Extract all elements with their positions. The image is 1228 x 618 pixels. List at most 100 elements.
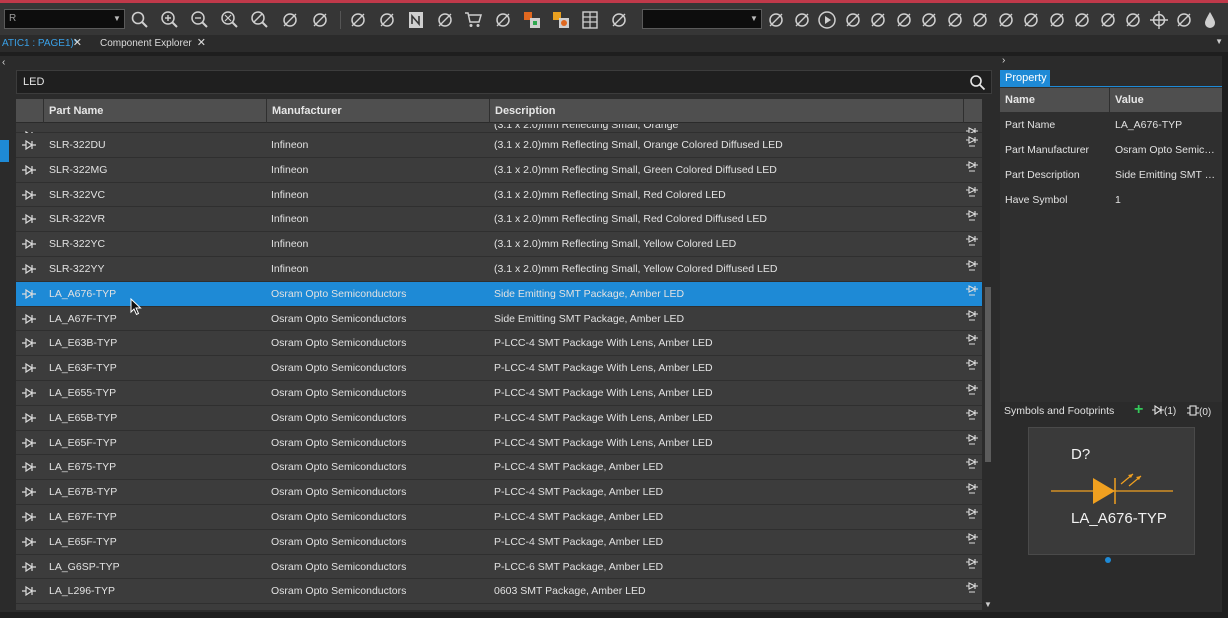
part-icon[interactable] [868, 10, 888, 30]
search-icon[interactable] [130, 10, 150, 30]
left-panel-indicator[interactable] [0, 140, 9, 162]
zoom-in-icon[interactable] [160, 10, 180, 30]
search-input[interactable] [23, 74, 923, 90]
wire-icon[interactable] [766, 10, 786, 30]
place-part-icon[interactable] [966, 406, 980, 430]
table-row[interactable]: LA_E65F-TYP Osram Opto Semiconductors P-LC… [16, 529, 982, 555]
doc-icon[interactable] [435, 10, 455, 30]
place-part-icon[interactable] [966, 431, 980, 455]
place-part-icon[interactable] [966, 455, 980, 479]
check-icon[interactable] [609, 10, 629, 30]
table-row[interactable]: LA_E675-TYP Osram Opto Semiconductors P-LC… [16, 455, 982, 481]
cd-icon[interactable] [1047, 10, 1067, 30]
property-row[interactable]: Part Name LA_A676-TYP [1000, 113, 1222, 138]
place-part-icon[interactable] [966, 530, 980, 554]
scrollbar-thumb[interactable] [985, 287, 991, 462]
table-row[interactable]: LA_E65F-TYP Osram Opto Semiconductors P-LC… [16, 430, 982, 456]
drop-icon[interactable] [1200, 10, 1220, 30]
search-icon[interactable] [969, 74, 986, 91]
tab-property[interactable]: Property [1000, 70, 1050, 86]
netlist-icon[interactable] [377, 10, 397, 30]
zoom-area-icon[interactable] [250, 10, 270, 30]
bus-icon[interactable] [792, 10, 812, 30]
vd-icon[interactable] [1021, 10, 1041, 30]
place-part-icon[interactable] [966, 555, 980, 579]
bom2-icon[interactable] [551, 10, 571, 30]
play-icon[interactable] [817, 10, 837, 30]
table-row[interactable]: LA_E67B-TYP Osram Opto Semiconductors P-LC… [16, 480, 982, 505]
property-row[interactable]: Part Manufacturer Osram Opto Semicon... [1000, 138, 1222, 163]
chevron-left-icon[interactable]: ‹ [2, 57, 5, 68]
table-row[interactable]: SLR-322VC Infineon (3.1 x 2.0)mm Reflectin… [16, 182, 982, 208]
place-part-icon[interactable] [966, 232, 980, 256]
table-row[interactable]: SLR-322YC Infineon (3.1 x 2.0)mm Reflectin… [16, 232, 982, 257]
component-icon[interactable] [310, 10, 330, 30]
pb-icon[interactable] [1072, 10, 1092, 30]
cart-icon[interactable] [464, 10, 484, 30]
table-row[interactable]: SLR-322VR Infineon (3.1 x 2.0)mm Reflectin… [16, 207, 982, 233]
chevron-right-icon[interactable]: › [1002, 55, 1005, 66]
table-row[interactable]: SLR-322DU Infineon (3.1 x 2.0)mm Reflectin… [16, 133, 982, 158]
table-row[interactable]: LA_E63F-TYP Osram Opto Semiconductors P-LC… [16, 356, 982, 381]
table-row[interactable]: LA_E67F-TYP Osram Opto Semiconductors P-LC… [16, 504, 982, 530]
probe2-icon[interactable] [919, 10, 939, 30]
header-manufacturer[interactable]: Manufacturer [267, 99, 490, 123]
probe4-icon[interactable] [970, 10, 990, 30]
tab-schematic[interactable]: ATIC1 : PAGE1)* ✕ [0, 35, 82, 52]
table-icon[interactable] [580, 10, 600, 30]
table-row[interactable]: SLR-322MG Infineon (3.1 x 2.0)mm Reflectin… [16, 157, 982, 183]
zoom-fit-icon[interactable] [220, 10, 240, 30]
filter-combo[interactable]: ▼ [642, 9, 762, 29]
tab-component-explorer[interactable]: Component Explorer ✕ [98, 35, 206, 52]
table-row[interactable]: LA_L296-TYP Osram Opto Semiconductors 0603… [16, 579, 982, 605]
table-row[interactable]: SLR-322YY Infineon (3.1 x 2.0)mm Reflectin… [16, 256, 982, 282]
add-icon[interactable]: + [1134, 401, 1143, 419]
close-icon[interactable]: ✕ [197, 35, 206, 52]
matrix-icon[interactable] [493, 10, 513, 30]
probe-icon[interactable] [894, 10, 914, 30]
header-description[interactable]: Description [490, 99, 964, 123]
place-part-icon[interactable] [966, 331, 980, 355]
layer-combo[interactable]: R ▼ [4, 9, 125, 29]
place-part-icon[interactable] [966, 505, 980, 529]
table-row[interactable]: LA_A67F-TYP Osram Opto Semiconductors Side… [16, 306, 982, 332]
table-row[interactable]: LA_G6SP-TYP Osram Opto Semiconductors P-LC… [16, 554, 982, 580]
property-row[interactable]: Have Symbol 1 [1000, 188, 1222, 213]
footprint-count-button[interactable]: (0) [1187, 405, 1211, 418]
place-part-icon[interactable] [966, 480, 980, 504]
place-part-icon[interactable] [966, 307, 980, 331]
symbol-count-button[interactable]: (1) [1152, 404, 1176, 417]
zoom-out-icon[interactable] [190, 10, 210, 30]
header-part-name[interactable]: Part Name [44, 99, 267, 123]
bom-icon[interactable] [522, 10, 542, 30]
carousel-dot[interactable] [1105, 557, 1111, 563]
table-row[interactable]: LA_E65B-TYP Osram Opto Semiconductors P-LC… [16, 405, 982, 431]
place-part-icon[interactable] [966, 356, 980, 380]
note-icon[interactable] [406, 10, 426, 30]
property-row[interactable]: Part Description Side Emitting SMT Pac..… [1000, 163, 1222, 188]
scroll-down-icon[interactable]: ▼ [984, 600, 992, 609]
net-icon[interactable] [348, 10, 368, 30]
place-part-icon[interactable] [966, 158, 980, 182]
table-row[interactable]: LA_E63B-TYP Osram Opto Semiconductors P-LC… [16, 331, 982, 357]
table-scrollbar[interactable]: ▼ [982, 99, 994, 610]
place-part-icon[interactable] [966, 282, 980, 306]
probe5-icon[interactable] [996, 10, 1016, 30]
place-part-icon[interactable] [966, 207, 980, 231]
place-part-icon[interactable] [966, 183, 980, 207]
measure-icon[interactable] [1098, 10, 1118, 30]
symbol-preview[interactable]: D? LA_A676-TYP [1028, 427, 1195, 555]
place-part-icon[interactable] [966, 257, 980, 281]
place-part-icon[interactable] [966, 579, 980, 603]
pan-icon[interactable] [280, 10, 300, 30]
junction-icon[interactable] [843, 10, 863, 30]
crosshair-icon[interactable] [1149, 10, 1169, 30]
tree-icon[interactable] [1123, 10, 1143, 30]
place-part-icon[interactable] [966, 381, 980, 405]
close-icon[interactable]: ✕ [73, 35, 82, 52]
probe3-icon[interactable] [945, 10, 965, 30]
gnd-icon[interactable] [1174, 10, 1194, 30]
table-row[interactable]: LA_A676-TYP Osram Opto Semiconductors Side… [16, 281, 982, 307]
place-part-icon[interactable] [966, 133, 980, 157]
table-row[interactable]: (3.1 x 2.0)mm Reflecting Small, Orange [16, 124, 982, 142]
